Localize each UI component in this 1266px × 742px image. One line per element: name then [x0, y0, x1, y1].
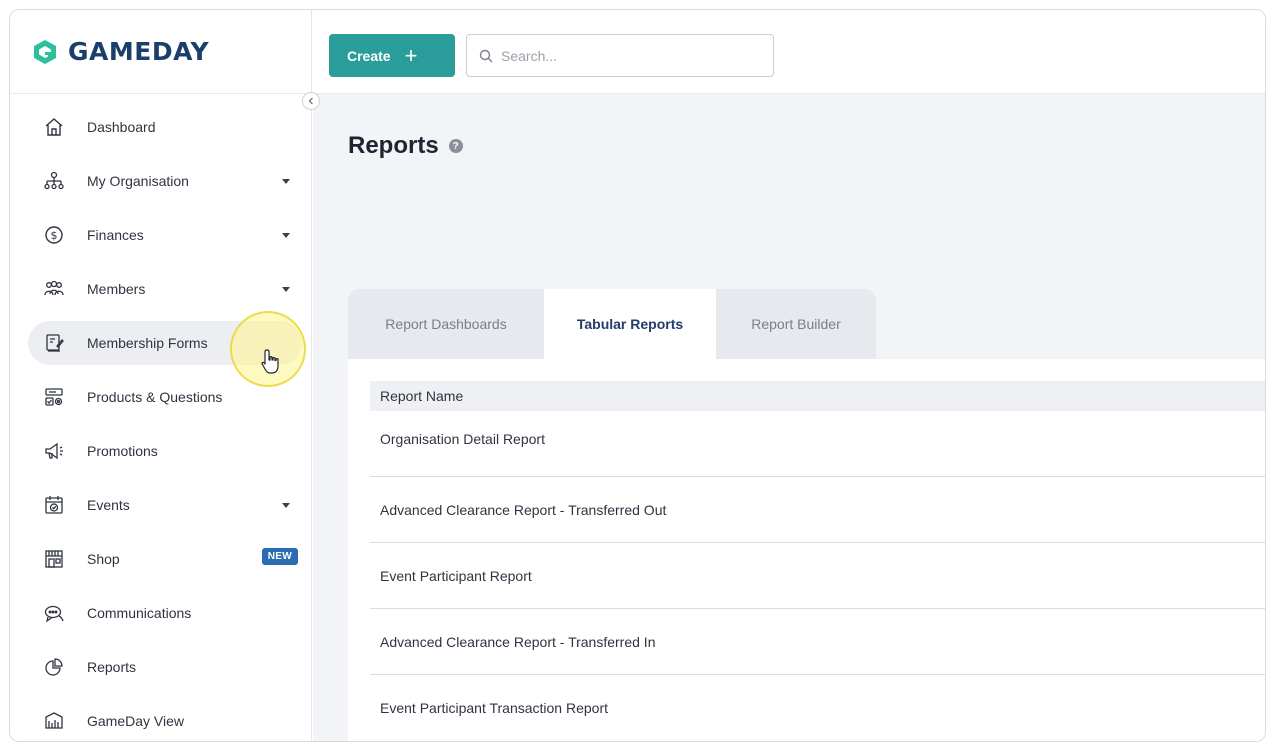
- logo[interactable]: GAMEDAY: [10, 10, 311, 94]
- sidebar-item-label: Promotions: [87, 443, 158, 459]
- report-link[interactable]: Advanced Clearance Report - Transferred …: [380, 634, 655, 650]
- brand-name: GAMEDAY: [68, 37, 210, 66]
- report-link[interactable]: Advanced Clearance Report - Transferred …: [380, 502, 666, 518]
- search-input[interactable]: [501, 47, 751, 64]
- sidebar-item-label: Products & Questions: [87, 389, 223, 405]
- sidebar-item-events[interactable]: Events: [10, 478, 312, 532]
- chevron-down-icon[interactable]: [282, 503, 290, 508]
- sidebar-item-label: Finances: [87, 227, 144, 243]
- sidebar-item-dashboard[interactable]: Dashboard: [10, 100, 312, 154]
- megaphone-icon: [44, 441, 64, 461]
- sidebar-item-label: Communications: [87, 605, 192, 621]
- sidebar-item-label: Shop: [87, 551, 120, 567]
- people-icon: [44, 279, 64, 299]
- chevron-down-icon[interactable]: [282, 287, 290, 292]
- pie-chart-icon: [44, 657, 64, 677]
- chevron-left-icon: [308, 97, 313, 105]
- hand-cursor-icon: [261, 349, 279, 374]
- sidebar-item-label: Reports: [87, 659, 137, 675]
- gameday-logo-icon: [34, 39, 56, 64]
- tab-tabular-reports[interactable]: Tabular Reports: [544, 289, 716, 359]
- sidebar-item-communications[interactable]: Communications: [10, 586, 312, 640]
- sidebar-item-shop[interactable]: Shop NEW: [10, 532, 312, 586]
- sidebar-item-label: Membership Forms: [87, 335, 208, 351]
- tab-report-builder[interactable]: Report Builder: [716, 289, 876, 359]
- view-icon: [44, 711, 64, 731]
- plus-icon: +: [404, 42, 418, 68]
- create-button[interactable]: Create +: [329, 34, 455, 77]
- dollar-icon: $: [44, 225, 64, 245]
- app-frame: GAMEDAY Dashboard My Organisation $ Fina…: [9, 9, 1266, 742]
- report-link[interactable]: Organisation Detail Report: [380, 431, 545, 447]
- sidebar: GAMEDAY Dashboard My Organisation $ Fina…: [10, 10, 312, 741]
- chevron-down-icon[interactable]: [282, 179, 290, 184]
- sidebar-item-members[interactable]: Members: [10, 262, 312, 316]
- report-link[interactable]: Event Participant Transaction Report: [380, 700, 608, 716]
- search-icon: [479, 49, 493, 62]
- shop-icon: [44, 549, 64, 569]
- sidebar-item-my-organisation[interactable]: My Organisation: [10, 154, 312, 208]
- page-title-text: Reports: [348, 132, 439, 159]
- table-row[interactable]: Advanced Clearance Report - Transferred …: [370, 477, 1265, 543]
- sidebar-collapse-button[interactable]: [302, 92, 320, 110]
- sidebar-item-label: My Organisation: [87, 173, 189, 189]
- table-row[interactable]: Event Participant Report: [370, 543, 1265, 609]
- sidebar-item-label: Dashboard: [87, 119, 156, 135]
- sidebar-item-promotions[interactable]: Promotions: [10, 424, 312, 478]
- table-row[interactable]: Organisation Detail Report: [370, 411, 1265, 477]
- chat-icon: [44, 603, 64, 623]
- help-icon[interactable]: ?: [448, 139, 463, 153]
- home-icon: [44, 117, 64, 137]
- main-content: Reports ? Report Dashboards Tabular Repo…: [313, 94, 1265, 741]
- new-badge: NEW: [261, 548, 298, 565]
- table-row[interactable]: Event Participant Transaction Report: [370, 675, 1265, 741]
- sidebar-item-finances[interactable]: $ Finances: [10, 208, 312, 262]
- sidebar-item-label: Events: [87, 497, 130, 513]
- create-label: Create: [347, 47, 391, 64]
- page-title: Reports ?: [348, 132, 463, 160]
- products-icon: [44, 387, 64, 407]
- sidebar-item-gameday-view[interactable]: GameDay View: [10, 694, 312, 741]
- topbar: Create +: [313, 10, 1265, 94]
- sidebar-nav: Dashboard My Organisation $ Finances Mem…: [10, 100, 312, 741]
- search-box[interactable]: [466, 34, 774, 77]
- reports-panel: Report Name Organisation Detail Report A…: [348, 359, 1265, 741]
- report-tabs: Report Dashboards Tabular Reports Report…: [348, 289, 876, 359]
- table-row[interactable]: Advanced Clearance Report - Transferred …: [370, 609, 1265, 675]
- svg-text:$: $: [51, 229, 58, 242]
- report-link[interactable]: Event Participant Report: [380, 568, 532, 584]
- chevron-down-icon[interactable]: [282, 233, 290, 238]
- sidebar-item-label: GameDay View: [87, 713, 185, 729]
- tab-report-dashboards[interactable]: Report Dashboards: [348, 289, 544, 359]
- org-chart-icon: [44, 171, 64, 191]
- calendar-icon: [44, 495, 64, 515]
- reports-table: Report Name Organisation Detail Report A…: [370, 381, 1265, 741]
- form-icon: [44, 333, 64, 353]
- sidebar-item-reports[interactable]: Reports: [10, 640, 312, 694]
- column-header-report-name[interactable]: Report Name: [370, 381, 1265, 411]
- sidebar-item-label: Members: [87, 281, 146, 297]
